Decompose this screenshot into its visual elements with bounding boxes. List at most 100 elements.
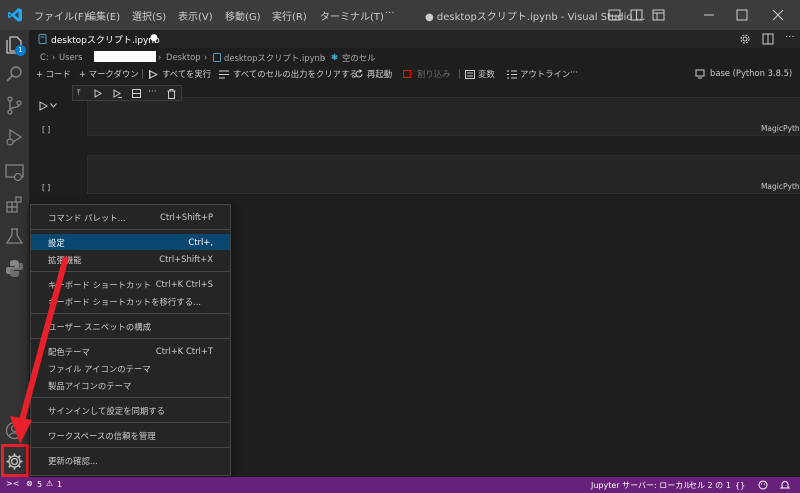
search-icon[interactable] bbox=[4, 64, 25, 85]
clear-outputs-icon[interactable] bbox=[219, 70, 229, 79]
breadcrumb-item[interactable]: desktopスクリプト.ipynb bbox=[224, 52, 325, 64]
menu-item-shortcut: Ctrl+K Ctrl+T bbox=[155, 346, 213, 356]
menu-item-label: キーボード ショートカットを移行する... bbox=[48, 297, 202, 307]
outline-button[interactable]: アウトライン bbox=[520, 68, 570, 80]
cell-position[interactable]: セル 2 の 1 bbox=[689, 480, 731, 491]
minimize-icon[interactable] bbox=[703, 9, 715, 21]
menu-item-shortcut: Ctrl+K Ctrl+S bbox=[155, 279, 213, 289]
menu-item[interactable]: コマンド パレット... Ctrl+Shift+P bbox=[31, 209, 230, 225]
menu-item[interactable]: サインインして設定を同期する bbox=[31, 402, 230, 418]
menu-item[interactable]: ワークスペースの信頼を管理 bbox=[31, 427, 230, 443]
interrupt-button: 割り込み bbox=[417, 69, 451, 79]
layout-customize-icon[interactable] bbox=[652, 9, 665, 21]
extensions-icon[interactable] bbox=[4, 194, 25, 215]
notebook-file-icon bbox=[38, 34, 47, 44]
restart-icon[interactable] bbox=[354, 69, 364, 79]
menu-item-label: 更新の確認... bbox=[48, 456, 98, 466]
jupyter-server-status[interactable]: Jupyter サーバー: ローカル bbox=[591, 480, 691, 491]
menu-go[interactable]: 移動(G) bbox=[225, 8, 261, 23]
menu-edit[interactable]: 編集(E) bbox=[86, 8, 120, 23]
menu-selection[interactable]: 選択(S) bbox=[132, 8, 166, 23]
split-cell-icon[interactable] bbox=[132, 89, 141, 98]
breadcrumb-item[interactable]: C: bbox=[40, 52, 49, 62]
notebook-settings-gear-icon[interactable] bbox=[739, 33, 751, 45]
menu-separator bbox=[31, 338, 230, 339]
explorer-badge: 1 bbox=[15, 45, 26, 56]
menu-item[interactable]: 拡張機能 Ctrl+Shift+X bbox=[31, 251, 230, 267]
cell-symbol-icon: ❃ bbox=[331, 52, 339, 62]
restart-button[interactable]: 再起動 bbox=[367, 68, 392, 80]
menu-item[interactable]: ユーザー スニペットの構成 bbox=[31, 318, 230, 334]
menu-item[interactable]: 製品アイコンのテーマ bbox=[31, 377, 230, 393]
code-cell[interactable]: MagicPython bbox=[87, 97, 800, 136]
menu-item-label: サインインして設定を同期する bbox=[48, 406, 165, 416]
breadcrumb-item[interactable]: Users bbox=[59, 52, 82, 62]
menu-item[interactable]: ファイル アイコンのテーマ bbox=[31, 360, 230, 376]
warning-count[interactable]: 1 bbox=[57, 480, 62, 489]
cell-language[interactable]: MagicPython bbox=[761, 182, 800, 191]
kernel-picker[interactable]: base (Python 3.8.5) bbox=[710, 68, 792, 78]
code-cell[interactable]: MagicPython bbox=[87, 155, 800, 194]
account-icon[interactable] bbox=[4, 420, 25, 441]
menu-item[interactable]: キーボード ショートカットを移行する... bbox=[31, 293, 230, 309]
run-all-icon[interactable] bbox=[149, 70, 158, 79]
menu-item-label: キーボード ショートカット bbox=[48, 280, 152, 290]
run-debug-icon[interactable] bbox=[4, 127, 25, 148]
layout-split-icon[interactable] bbox=[630, 9, 643, 21]
run-below-icon[interactable] bbox=[113, 89, 122, 98]
breadcrumb-item[interactable]: Desktop bbox=[166, 52, 201, 62]
menu-view[interactable]: 表示(V) bbox=[178, 8, 213, 23]
toolbar-more-icon[interactable]: ··· bbox=[570, 67, 578, 77]
breadcrumb: C: › Users › Desktop › desktopスクリプト.ipyn… bbox=[40, 51, 400, 64]
kernel-icon[interactable] bbox=[695, 69, 705, 79]
split-editor-icon[interactable] bbox=[762, 33, 774, 45]
variables-button[interactable]: 変数 bbox=[478, 68, 495, 80]
run-all-button[interactable]: すべてを実行 bbox=[162, 68, 211, 80]
warning-icon[interactable]: ⚠ bbox=[46, 479, 53, 488]
delete-cell-icon[interactable] bbox=[167, 89, 176, 99]
menu-file[interactable]: ファイル(F) bbox=[34, 8, 88, 23]
remote-indicator[interactable]: >< bbox=[6, 479, 19, 488]
menu-item[interactable]: 更新の確認... bbox=[31, 452, 230, 468]
menu-terminal[interactable]: ターミナル(T) bbox=[320, 8, 384, 23]
run-cell-icon[interactable] bbox=[39, 101, 48, 111]
clear-outputs-button[interactable]: すべてのセルの出力をクリアする bbox=[233, 68, 358, 80]
menu-item[interactable]: 設定 Ctrl+, bbox=[31, 234, 230, 250]
error-icon[interactable]: ⊗ bbox=[26, 479, 33, 488]
activity-bar: 1 bbox=[0, 30, 29, 477]
maximize-icon[interactable] bbox=[736, 9, 748, 21]
menu-item-label: 拡張機能 bbox=[48, 255, 82, 265]
breadcrumb-item[interactable]: 空のセル bbox=[342, 52, 376, 64]
add-code-button[interactable]: + コード bbox=[36, 68, 71, 80]
toolbar-divider bbox=[459, 69, 460, 79]
chevron-down-icon[interactable] bbox=[50, 103, 57, 108]
add-markdown-button[interactable]: + マークダウン bbox=[79, 68, 139, 80]
run-above-icon[interactable]: ⤒ bbox=[77, 88, 81, 98]
notebook-toolbar: + コード + マークダウン すべてを実行 すべてのセルの出力をクリアする 再起… bbox=[29, 66, 800, 82]
menu-run[interactable]: 実行(R) bbox=[272, 8, 307, 23]
python-icon[interactable] bbox=[4, 258, 25, 279]
layout-panel-icon[interactable] bbox=[608, 9, 621, 21]
feedback-icon[interactable] bbox=[758, 480, 768, 490]
close-icon[interactable] bbox=[772, 9, 784, 21]
menu-item[interactable]: 配色テーマ Ctrl+K Ctrl+T bbox=[31, 343, 230, 359]
outline-icon[interactable] bbox=[507, 70, 517, 79]
remote-explorer-icon[interactable] bbox=[4, 162, 25, 183]
tab-notebook[interactable]: desktopスクリプト.ipynb ● bbox=[29, 30, 160, 48]
editor-more-icon[interactable]: ··· bbox=[785, 32, 795, 43]
tab-dirty-indicator[interactable]: ● bbox=[150, 33, 158, 43]
menu-item[interactable]: キーボード ショートカット Ctrl+K Ctrl+S bbox=[31, 276, 230, 292]
braces-icon[interactable]: {} bbox=[735, 480, 746, 490]
source-control-icon[interactable] bbox=[4, 95, 25, 116]
run-by-line-icon[interactable] bbox=[94, 89, 103, 98]
error-count[interactable]: 5 bbox=[37, 480, 42, 489]
testing-icon[interactable] bbox=[4, 226, 25, 247]
menu-more[interactable]: ··· bbox=[385, 8, 395, 19]
variables-icon[interactable] bbox=[465, 70, 475, 79]
menu-item-shortcut: Ctrl+Shift+X bbox=[159, 254, 213, 264]
menu-item-label: 設定 bbox=[48, 238, 65, 248]
explorer-icon[interactable]: 1 bbox=[4, 34, 26, 56]
notifications-bell-icon[interactable] bbox=[780, 480, 790, 490]
cell-language[interactable]: MagicPython bbox=[761, 124, 800, 133]
cell-more-icon[interactable]: ··· bbox=[148, 87, 157, 97]
